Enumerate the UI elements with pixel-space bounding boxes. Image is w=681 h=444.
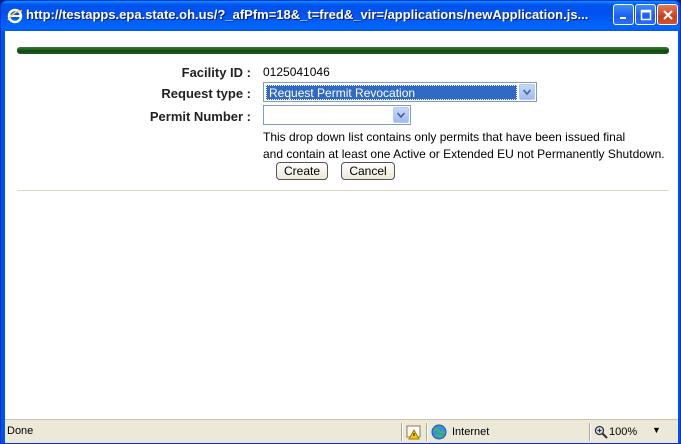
zoom-icon <box>594 425 608 439</box>
minimize-icon <box>619 16 626 19</box>
title-bar[interactable]: http://testapps.epa.state.oh.us/?_afPfm=… <box>1 1 680 31</box>
browser-window: http://testapps.epa.state.oh.us/?_afPfm=… <box>0 0 681 444</box>
facility-id-label: Facility ID : <box>181 65 251 80</box>
close-button[interactable] <box>657 4 678 25</box>
request-type-selected: Request Permit Revocation <box>266 85 517 100</box>
header-bar <box>17 47 669 54</box>
globe-icon <box>431 424 447 440</box>
status-separator <box>589 423 591 441</box>
minimize-button[interactable] <box>613 4 634 25</box>
facility-id-value: 0125041046 <box>263 65 330 79</box>
close-icon <box>662 9 673 20</box>
chevron-down-icon <box>523 89 531 95</box>
divider <box>17 190 669 191</box>
window-title: http://testapps.epa.state.oh.us/?_afPfm=… <box>26 7 589 22</box>
maximize-icon <box>640 9 651 20</box>
chevron-down-icon <box>397 112 405 118</box>
request-type-select[interactable]: Request Permit Revocation <box>263 82 537 102</box>
help-line-2: and contain at least one Active or Exten… <box>263 147 665 161</box>
security-zone[interactable]: Internet <box>452 426 489 438</box>
dropdown-arrow-button[interactable] <box>393 107 409 123</box>
dropdown-arrow-button[interactable] <box>519 84 535 100</box>
status-separator <box>401 423 403 441</box>
page-content: Facility ID : 0125041046 Request type : … <box>5 31 678 419</box>
create-button[interactable]: Create <box>276 162 328 180</box>
status-separator <box>426 423 428 441</box>
status-bar: Done Internet 100% ▼ <box>5 419 678 443</box>
security-warning-icon[interactable] <box>406 424 422 440</box>
permit-number-label: Permit Number : <box>149 109 251 124</box>
permit-help-text: This drop down list contains only permit… <box>263 129 678 163</box>
zoom-level[interactable]: 100% <box>609 426 637 438</box>
help-line-1: This drop down list contains only permit… <box>263 130 626 144</box>
chevron-down-icon[interactable]: ▼ <box>652 425 661 435</box>
permit-number-select[interactable] <box>263 105 411 125</box>
status-text: Done <box>7 425 34 437</box>
ie-icon <box>6 7 24 25</box>
cancel-button[interactable]: Cancel <box>341 162 395 180</box>
request-type-label: Request type : <box>161 86 251 101</box>
maximize-button[interactable] <box>635 4 656 25</box>
